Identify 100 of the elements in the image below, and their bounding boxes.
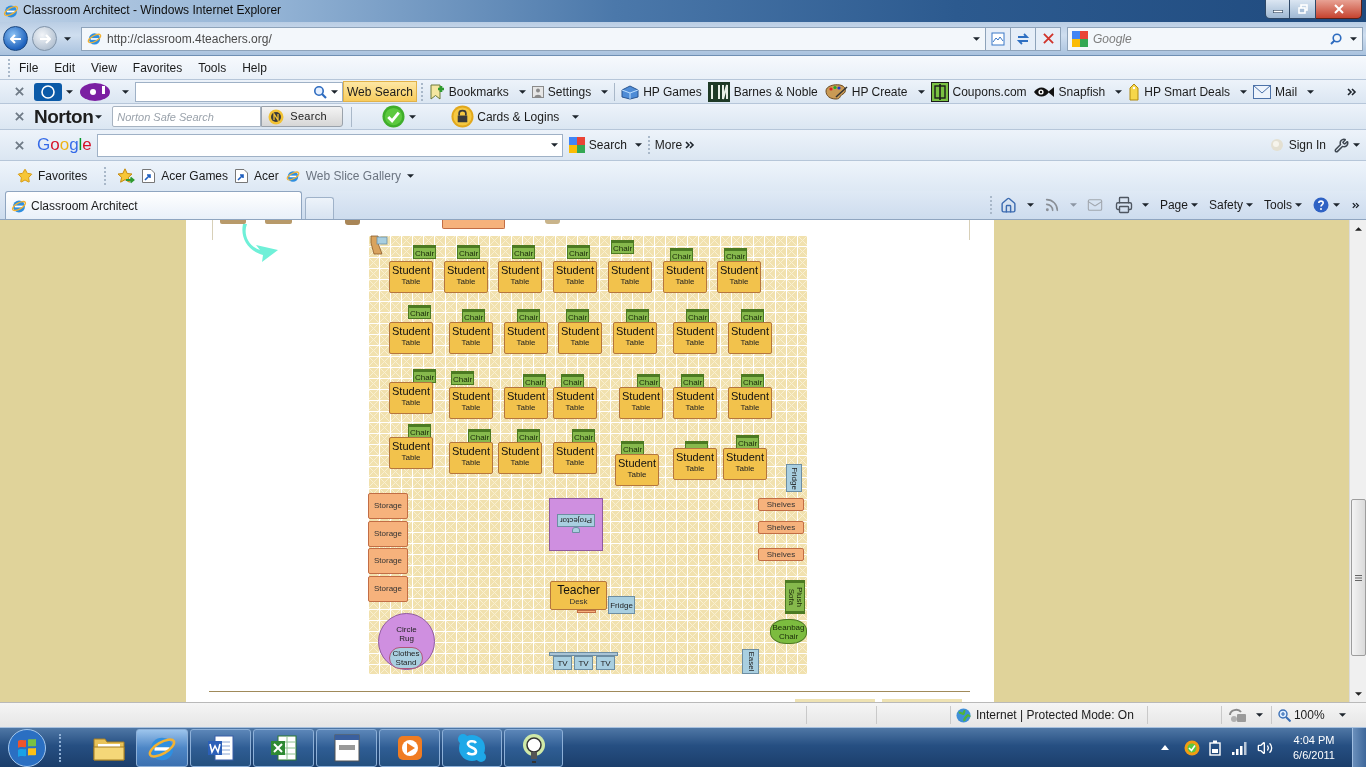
wrench-icon[interactable]: [1334, 137, 1349, 153]
toolbar-link[interactable]: HP Games: [621, 82, 702, 101]
toolbar-link[interactable]: HP Smart Deals: [1128, 82, 1248, 101]
start-button[interactable]: [7, 728, 47, 767]
network-status-icon[interactable]: [1184, 739, 1200, 756]
dropdown-arrow-icon[interactable]: [66, 89, 73, 94]
toolbar-link[interactable]: Settings: [531, 82, 609, 101]
add-favorite-icon[interactable]: [117, 168, 136, 184]
double-chevron-icon[interactable]: [1352, 201, 1360, 209]
dropdown-arrow-icon[interactable]: [917, 89, 925, 94]
address-field[interactable]: http://classroom.4teachers.org/: [107, 29, 973, 48]
favorite-link[interactable]: Web Slice Gallery: [285, 167, 414, 185]
clock-button[interactable]: 4:04 PM 6/6/2011: [1289, 732, 1339, 763]
dropdown-arrow-icon[interactable]: [406, 174, 414, 178]
close-button[interactable]: [1316, 0, 1362, 19]
taskbar-app-button[interactable]: [504, 728, 563, 767]
search-icon[interactable]: [313, 84, 327, 99]
dropdown-arrow-icon[interactable]: [1026, 203, 1034, 207]
battery-icon[interactable]: [1209, 739, 1221, 756]
signal-bars-icon[interactable]: [1232, 740, 1248, 755]
dropdown-arrow-icon[interactable]: [1141, 203, 1149, 207]
dropdown-arrow-icon[interactable]: [1246, 203, 1253, 207]
scrollbar-thumb[interactable]: [1350, 499, 1366, 656]
menu-item[interactable]: Edit: [47, 58, 83, 77]
menu-item[interactable]: Tools: [191, 58, 234, 77]
double-chevron-icon[interactable]: [1347, 87, 1357, 96]
refresh-button[interactable]: [1011, 26, 1036, 51]
favorite-link[interactable]: Acer: [235, 167, 279, 185]
taskbar-app-button[interactable]: [253, 728, 314, 767]
dropdown-arrow-icon[interactable]: [572, 114, 580, 119]
search-button[interactable]: Search: [261, 106, 344, 127]
dropdown-arrow-icon[interactable]: [1255, 713, 1263, 717]
minimize-button[interactable]: [1265, 0, 1290, 19]
sign-in-button[interactable]: Sign In: [1270, 136, 1326, 154]
dropdown-arrow-icon[interactable]: [122, 89, 129, 94]
dropdown-arrow-icon[interactable]: [601, 89, 609, 94]
dropdown-arrow-icon[interactable]: [1190, 203, 1198, 207]
taskbar-app-button[interactable]: [316, 728, 377, 767]
dropdown-arrow-icon[interactable]: [1353, 143, 1360, 147]
dropdown-arrow-icon[interactable]: [1240, 89, 1248, 94]
restore-button[interactable]: [1290, 0, 1316, 19]
taskbar-app-button[interactable]: [190, 728, 251, 767]
favorite-link[interactable]: Acer Games: [142, 167, 229, 185]
show-hidden-icons-icon[interactable]: [1161, 745, 1169, 750]
dropdown-arrow-icon[interactable]: [1115, 89, 1123, 94]
web-search-button[interactable]: Web Search: [343, 81, 417, 102]
double-chevron-icon[interactable]: [685, 141, 696, 149]
zoom-button[interactable]: 100%: [1277, 706, 1325, 724]
compatibility-view-button[interactable]: [986, 26, 1011, 51]
toolbar-link[interactable]: Barnes & Noble: [707, 81, 818, 102]
more-button[interactable]: More: [654, 136, 696, 154]
close-icon[interactable]: [15, 112, 24, 121]
toolbar-link[interactable]: Coupons.com: [930, 81, 1027, 102]
help-icon[interactable]: [1313, 197, 1329, 213]
security-icon[interactable]: [1228, 707, 1247, 723]
close-icon[interactable]: [15, 140, 24, 150]
stop-button[interactable]: [1036, 26, 1061, 51]
dropdown-arrow-icon[interactable]: [64, 36, 71, 41]
dropdown-arrow-icon[interactable]: [1338, 713, 1346, 717]
search-field[interactable]: Google: [1093, 29, 1330, 48]
cards-logins-button[interactable]: Cards & Logins: [451, 105, 580, 128]
search-button[interactable]: Search: [568, 136, 642, 154]
menu-item[interactable]: View: [84, 58, 124, 77]
dropdown-arrow-icon[interactable]: [973, 36, 980, 41]
home-icon[interactable]: [999, 196, 1017, 214]
close-icon[interactable]: [15, 87, 24, 96]
back-button[interactable]: [3, 26, 28, 51]
command-menu-button[interactable]: Tools: [1264, 196, 1302, 214]
dropdown-arrow-icon[interactable]: [1307, 89, 1315, 94]
toolbar-link[interactable]: Mail: [1253, 82, 1315, 101]
menu-item[interactable]: Favorites: [125, 58, 190, 77]
dropdown-arrow-icon[interactable]: [634, 143, 642, 147]
menu-item[interactable]: File: [12, 58, 46, 77]
dropdown-arrow-icon[interactable]: [550, 143, 558, 147]
check-circle-icon[interactable]: [382, 105, 406, 128]
toolbar-link[interactable]: Snapfish: [1032, 82, 1123, 101]
dropdown-arrow-icon[interactable]: [1333, 203, 1340, 207]
taskbar-app-button[interactable]: [379, 728, 440, 767]
printer-icon[interactable]: [1114, 196, 1133, 214]
menu-item[interactable]: Help: [235, 58, 274, 77]
favorites-button[interactable]: Favorites: [17, 167, 88, 185]
search-box[interactable]: Google: [1067, 26, 1363, 51]
search-icon[interactable]: [1330, 32, 1342, 45]
toolbar-link[interactable]: HP Create: [823, 82, 925, 101]
address-bar[interactable]: http://classroom.4teachers.org/: [81, 26, 986, 51]
command-menu-button[interactable]: Page: [1159, 196, 1198, 214]
feed-icon[interactable]: [1043, 197, 1060, 213]
taskbar-app-button[interactable]: [442, 728, 502, 767]
browser-tab[interactable]: Classroom Architect: [5, 191, 302, 219]
command-menu-button[interactable]: Safety: [1208, 196, 1253, 214]
speaker-icon[interactable]: [1257, 739, 1273, 756]
dropdown-arrow-icon[interactable]: [1350, 36, 1357, 41]
search-field[interactable]: Norton Safe Search: [112, 106, 262, 127]
toolbar-link[interactable]: Bookmarks: [428, 82, 526, 101]
dropdown-arrow-icon[interactable]: [409, 114, 417, 119]
dropdown-arrow-icon[interactable]: [1295, 203, 1302, 207]
show-desktop-button[interactable]: [1352, 728, 1366, 767]
dropdown-arrow-icon[interactable]: [518, 89, 526, 94]
dropdown-arrow-icon[interactable]: [331, 89, 338, 94]
dropdown-arrow-icon[interactable]: [95, 114, 103, 119]
